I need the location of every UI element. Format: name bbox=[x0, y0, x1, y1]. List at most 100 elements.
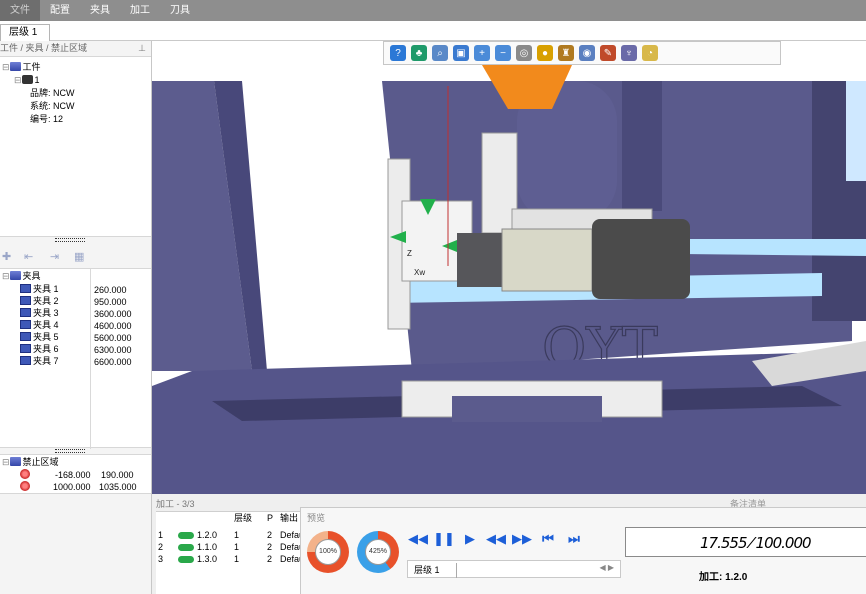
menu-machining[interactable]: 加工 bbox=[120, 0, 160, 21]
move-left-icon[interactable]: ⇤ bbox=[24, 250, 33, 263]
menu-tool[interactable]: 刀具 bbox=[160, 0, 200, 21]
view-mode-icon[interactable]: ◎ bbox=[516, 45, 532, 61]
fixture-group-icon bbox=[9, 271, 21, 280]
skip-end-icon[interactable]: ⏭ bbox=[565, 530, 583, 548]
process-row-level: 1 bbox=[234, 530, 240, 540]
machine-icon[interactable]: ♜ bbox=[558, 45, 574, 61]
machine-base bbox=[152, 351, 866, 494]
brush-icon[interactable]: ✎ bbox=[600, 45, 616, 61]
tab-nav-arrows-icon[interactable]: ◀ ▶ bbox=[599, 563, 614, 572]
process-row-index: 2 bbox=[158, 542, 164, 552]
process-row-level: 1 bbox=[234, 554, 240, 564]
rewind-start-icon[interactable]: ◀◀ bbox=[408, 530, 428, 548]
splitter-handle[interactable] bbox=[55, 238, 85, 242]
motor-fan bbox=[592, 219, 690, 299]
light-icon[interactable]: ● bbox=[537, 45, 553, 61]
fixture-icon bbox=[20, 296, 31, 305]
fixture-row-value: 3600.000 bbox=[94, 309, 132, 319]
zoom-icon[interactable]: ⌕ bbox=[432, 45, 448, 61]
link-icon bbox=[178, 532, 194, 539]
process-row-level: 1 bbox=[234, 542, 240, 552]
process-table: 层级 P 输出 1 1.2.0 1 2 Defau 2 1.1.0 1 2 De… bbox=[156, 511, 306, 594]
fixture-row-label: 夹具 1 bbox=[33, 284, 59, 294]
paint-icon[interactable]: ◔ bbox=[642, 45, 658, 61]
process-header-output: 输出 bbox=[280, 513, 299, 523]
pause-icon[interactable]: ❚❚ bbox=[433, 530, 455, 548]
forbidden-row[interactable] bbox=[20, 481, 32, 493]
zoom-in-icon[interactable]: + bbox=[474, 45, 490, 61]
axis-z-label: Z bbox=[407, 249, 412, 258]
process-row-op[interactable]: 1.1.0 bbox=[178, 542, 217, 553]
process-row-op-label: 1.3.0 bbox=[197, 554, 218, 564]
tree-node-forbidden[interactable]: ⊟ 禁止区域 bbox=[2, 456, 59, 468]
process-row-op[interactable]: 1.2.0 bbox=[178, 530, 217, 541]
splitter-handle[interactable] bbox=[55, 449, 85, 453]
motor-body bbox=[501, 228, 593, 292]
forbidden-end: 1035.000 bbox=[99, 482, 137, 492]
prop-brand: 品牌: NCW bbox=[30, 88, 75, 98]
step-back-icon[interactable]: ◀◀ bbox=[486, 530, 506, 548]
process-row-op-label: 1.1.0 bbox=[197, 542, 218, 552]
fixture-row-value: 4600.000 bbox=[94, 321, 132, 331]
machining-status: 加工: 1.2.0 bbox=[699, 572, 748, 583]
menu-config[interactable]: 配置 bbox=[40, 0, 80, 21]
tree-node-item[interactable]: ⊟ 1 bbox=[14, 74, 40, 86]
process-row-op[interactable]: 1.3.0 bbox=[178, 554, 217, 565]
preview-dialog: 预览 100% 425% ◀◀ ❚❚ ▶ ◀◀ ▶▶ ⏮ ⏭ 层级 1 ◀ ▶ … bbox=[300, 507, 866, 594]
forbidden-zone-icon bbox=[20, 469, 30, 479]
tree-node-workpiece[interactable]: ⊟ 工件 bbox=[2, 61, 41, 73]
step-forward-icon[interactable]: ▶▶ bbox=[512, 530, 532, 548]
fixture-row-value: 950.000 bbox=[94, 297, 127, 307]
feed-dial[interactable]: 425% bbox=[357, 531, 399, 573]
tree-icon[interactable]: ♣ bbox=[411, 45, 427, 61]
prop-system: 系统: NCW bbox=[30, 101, 75, 111]
fixture-row[interactable]: 夹具 1 bbox=[20, 283, 59, 295]
skip-start-icon[interactable]: ⏮ bbox=[539, 530, 557, 548]
speed-dial[interactable]: 100% bbox=[307, 531, 349, 573]
menu-file[interactable]: 文件 bbox=[0, 0, 40, 21]
fit-view-icon[interactable]: ▣ bbox=[453, 45, 469, 61]
feed-dial-value: 425% bbox=[365, 539, 391, 565]
preview-tab-level-1[interactable]: 层级 1 bbox=[408, 563, 457, 578]
fixture-row[interactable]: 夹具 6 bbox=[20, 343, 59, 355]
menu-fixture[interactable]: 夹具 bbox=[80, 0, 120, 21]
fixture-row[interactable]: 夹具 5 bbox=[20, 331, 59, 343]
fixture-row-value: 5600.000 bbox=[94, 333, 132, 343]
fixture-icon bbox=[20, 308, 31, 317]
fixture-icon bbox=[20, 344, 31, 353]
base-block bbox=[452, 396, 602, 422]
time-readout: 17.555 ⁄ 100.000 bbox=[700, 534, 812, 552]
fixture-grid-icon[interactable]: ▦ bbox=[74, 250, 84, 263]
select-icon[interactable]: ? bbox=[390, 45, 406, 61]
fixture-row-label: 夹具 5 bbox=[33, 332, 59, 342]
forbidden-row[interactable] bbox=[20, 469, 32, 481]
forbidden-start: -168.000 bbox=[55, 470, 91, 480]
workpiece-panel-title: 工件 / 夹具 / 禁止区域 ⊥ bbox=[0, 41, 152, 55]
link-icon bbox=[178, 556, 194, 563]
tab-level-1[interactable]: 层级 1 bbox=[0, 24, 51, 41]
fixture-icon bbox=[20, 284, 31, 293]
tree-node-fixtures[interactable]: ⊟ 夹具 bbox=[2, 270, 41, 282]
axis-xw-label: Xw bbox=[414, 268, 425, 277]
process-label: 加工 - 3/3 bbox=[156, 499, 195, 509]
speed-dial-value: 100% bbox=[315, 539, 341, 565]
prop-number: 编号: 12 bbox=[30, 114, 64, 124]
add-fixture-icon[interactable]: ✚ bbox=[2, 250, 11, 263]
process-row-index: 1 bbox=[158, 530, 164, 540]
move-right-icon[interactable]: ⇥ bbox=[50, 250, 59, 263]
process-row-p: 2 bbox=[267, 554, 273, 564]
link-icon bbox=[178, 544, 194, 551]
tree-node-forbidden-label: 禁止区域 bbox=[22, 457, 59, 467]
fixture-row[interactable]: 夹具 3 bbox=[20, 307, 59, 319]
process-row-p: 2 bbox=[267, 530, 273, 540]
3d-viewport[interactable]: Z Xw OYT ? ♣ ⌕ ▣ + − ◎ ● ♜ ◉ ✎ ♆ ◔ bbox=[152, 41, 866, 494]
fixture-row[interactable]: 夹具 2 bbox=[20, 295, 59, 307]
tool-icon[interactable]: ♆ bbox=[621, 45, 637, 61]
zoom-out-icon[interactable]: − bbox=[495, 45, 511, 61]
eye-icon[interactable]: ◉ bbox=[579, 45, 595, 61]
viewport-toolbar: ? ♣ ⌕ ▣ + − ◎ ● ♜ ◉ ✎ ♆ ◔ bbox=[383, 41, 781, 65]
pin-icon[interactable]: ⊥ bbox=[138, 41, 146, 55]
fixture-row[interactable]: 夹具 7 bbox=[20, 355, 59, 367]
play-icon[interactable]: ▶ bbox=[461, 530, 479, 548]
fixture-row[interactable]: 夹具 4 bbox=[20, 319, 59, 331]
